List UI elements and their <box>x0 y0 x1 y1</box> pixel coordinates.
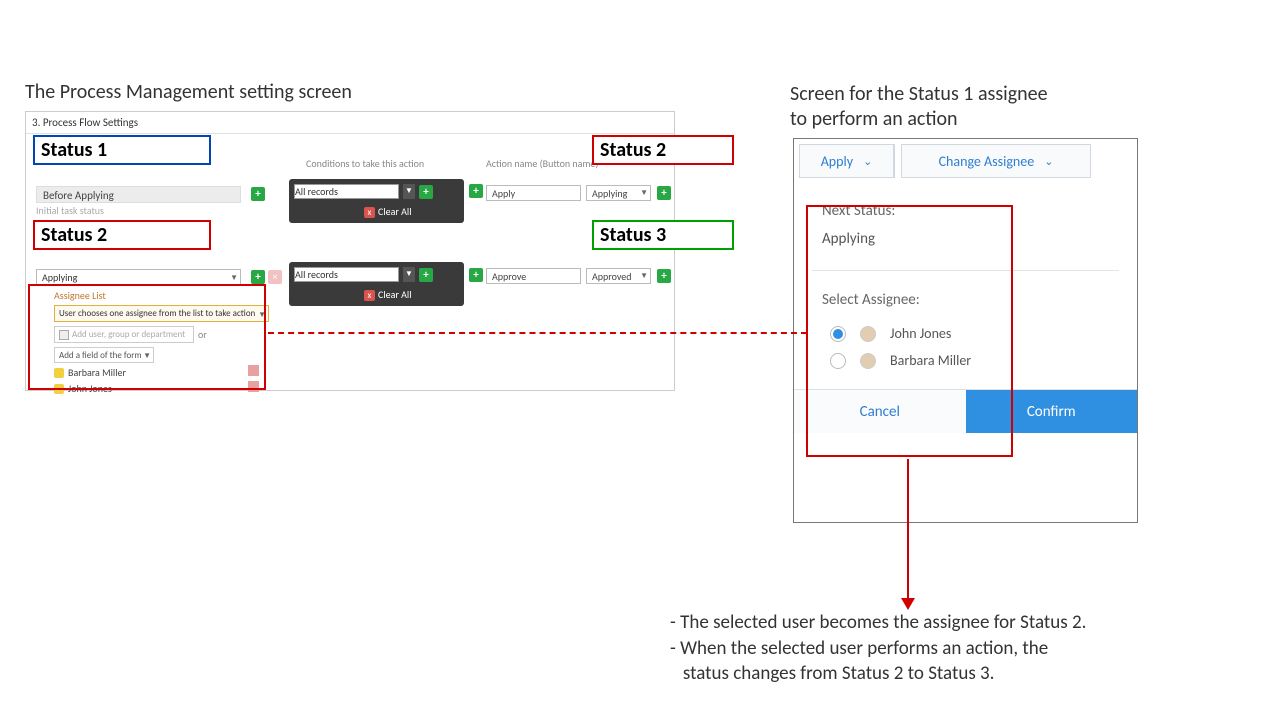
clear-all-button-1[interactable]: xClear All <box>364 205 412 218</box>
chevron-down-icon: ▼ <box>640 188 648 198</box>
callout-status-2-top: Status 2 <box>592 135 734 165</box>
apply-button[interactable]: Apply ⌄ <box>799 144 895 178</box>
action-name-input-1[interactable]: Apply <box>486 185 581 201</box>
caption-right: Screen for the Status 1 assignee to perf… <box>790 82 1170 132</box>
add-row-button-2[interactable]: + <box>657 269 671 283</box>
highlight-next-status <box>806 205 1013 457</box>
clear-all-button-2[interactable]: xClear All <box>364 288 412 301</box>
column-header-action: Action name (Button name) <box>486 157 598 170</box>
status-select-row2[interactable]: Applying▼ <box>36 269 241 285</box>
condition-dropdown-icon[interactable]: ▼ <box>403 184 415 199</box>
add-condition-button[interactable]: + <box>419 185 433 199</box>
add-branch-button[interactable]: + <box>251 187 265 201</box>
callout-status-2-left: Status 2 <box>33 220 211 250</box>
panel-header: 3. Process Flow Settings <box>26 112 674 134</box>
condition-select-1[interactable]: All records <box>294 184 399 199</box>
caption-left: The Process Management setting screen <box>25 80 352 104</box>
close-icon: x <box>364 207 375 218</box>
status-before-applying: Before Applying <box>36 186 241 203</box>
chevron-down-icon: ▼ <box>230 273 238 283</box>
chevron-down-icon: ⌄ <box>863 155 872 168</box>
condition-select-2[interactable]: All records <box>294 267 399 282</box>
status-after-select-1[interactable]: Applying▼ <box>586 185 651 201</box>
change-assignee-button[interactable]: Change Assignee ⌄ <box>901 144 1091 178</box>
remove-branch-button-2[interactable]: × <box>268 270 282 284</box>
callout-status-1: Status 1 <box>33 135 211 165</box>
condition-box-2: All records ▼ + xClear All <box>289 262 464 306</box>
explanatory-notes: - The selected user becomes the assignee… <box>670 610 1250 687</box>
close-icon: x <box>364 290 375 301</box>
connector-arrow-line <box>907 459 909 599</box>
action-name-input-2[interactable]: Approve <box>486 268 581 284</box>
arrow-down-icon <box>901 598 915 610</box>
chevron-down-icon: ▼ <box>640 271 648 281</box>
column-header-conditions: Conditions to take this action <box>306 157 424 170</box>
condition-box-1: All records ▼ + xClear All <box>289 179 464 223</box>
condition-dropdown-icon[interactable]: ▼ <box>403 267 415 282</box>
chevron-down-icon: ⌄ <box>1044 155 1053 168</box>
add-condition-button-2[interactable]: + <box>419 268 433 282</box>
add-branch-button-2[interactable]: + <box>251 270 265 284</box>
add-action-button-2[interactable]: + <box>469 268 483 282</box>
add-action-button[interactable]: + <box>469 184 483 198</box>
add-row-button-1[interactable]: + <box>657 186 671 200</box>
highlight-assignee-list <box>28 284 266 390</box>
initial-task-note: Initial task status <box>36 204 104 217</box>
callout-status-3: Status 3 <box>592 220 734 250</box>
connector-dashed-line <box>268 332 807 334</box>
status-after-select-2[interactable]: Approved▼ <box>586 268 651 284</box>
